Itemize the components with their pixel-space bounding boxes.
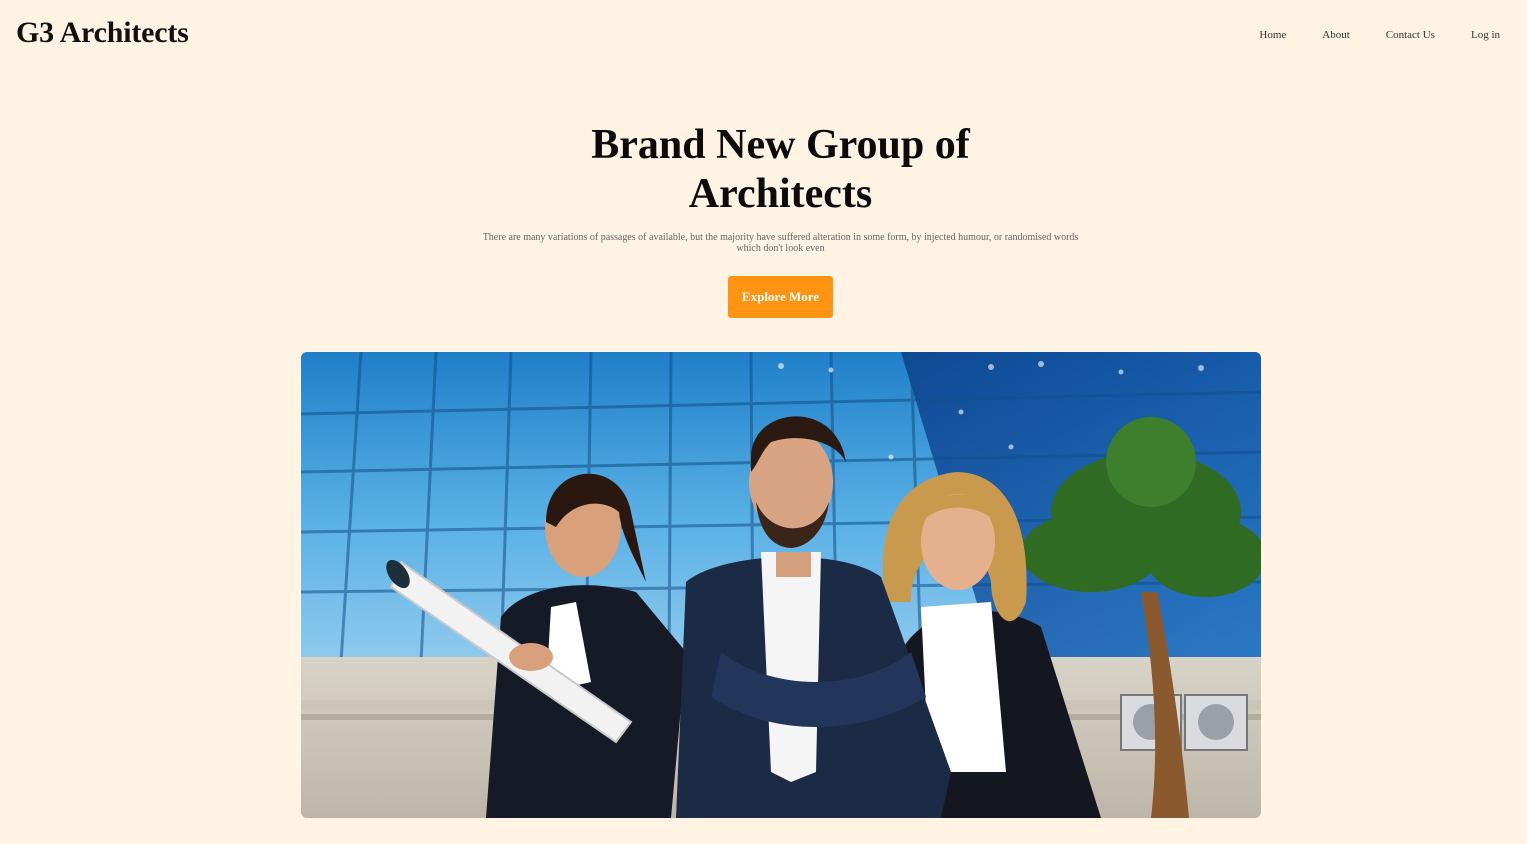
site-header: G3 Architects Home About Contact Us Log …	[0, 0, 1527, 72]
nav-login-link[interactable]: Log in	[1471, 29, 1500, 41]
nav-about-link[interactable]: About	[1322, 29, 1350, 41]
nav-home-link[interactable]: Home	[1259, 29, 1286, 41]
architects-team-photo	[301, 352, 1261, 818]
hero-subtitle: There are many variations of passages of…	[458, 232, 1103, 254]
hero-subtitle-line-1: There are many variations of passages of…	[482, 232, 1079, 243]
hero-title: Brand New Group of Architects	[0, 121, 1527, 219]
hero-title-line-2: Architects	[688, 171, 873, 217]
hero-subtitle-line-2: which don't look even	[736, 243, 825, 254]
main-nav: Home About Contact Us Log in	[1223, 29, 1500, 41]
hero-image	[301, 352, 1261, 818]
nav-contact-link[interactable]: Contact Us	[1386, 29, 1435, 41]
brand-logo[interactable]: G3 Architects	[16, 16, 189, 50]
hero-title-line-1: Brand New Group of	[591, 122, 970, 168]
explore-more-button[interactable]: Explore More	[728, 276, 833, 318]
